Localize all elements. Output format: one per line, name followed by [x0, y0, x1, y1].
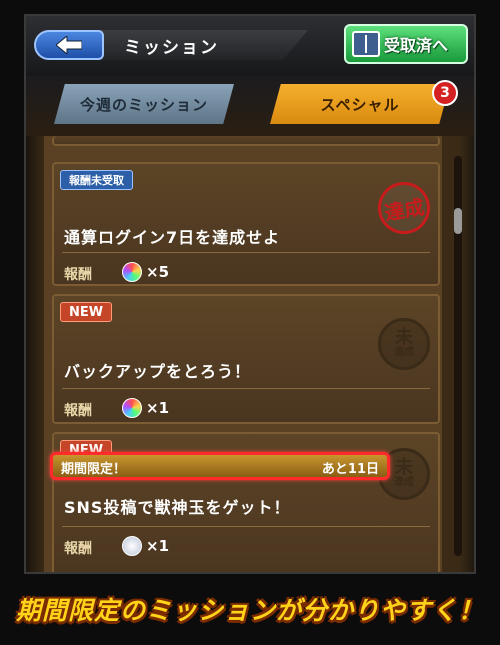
reward-label: 報酬	[64, 541, 92, 557]
book-icon	[352, 31, 380, 57]
mission-text: SNS投稿で獣神玉をゲット！	[64, 498, 291, 517]
white-orb-icon	[122, 536, 142, 556]
reward-label: 報酬	[64, 267, 92, 283]
tab-special-badge: 3	[432, 80, 458, 106]
reward-count: ×1	[146, 399, 170, 417]
header: ミッション 受取済へ	[26, 16, 474, 76]
limited-time-bar: 期間限定！ あと11日	[50, 452, 390, 480]
scroll-thumb[interactable]	[454, 208, 462, 234]
game-screen: ミッション 受取済へ 今週のミッション スペシャル 3 報酬未受取 通算ログイン…	[24, 14, 476, 574]
new-tag: NEW	[60, 302, 113, 322]
divider	[62, 252, 430, 253]
reward-label: 報酬	[64, 403, 92, 419]
rainbow-orb-icon	[122, 398, 142, 418]
mission-text: 通算ログイン7日を達成せよ	[64, 228, 281, 247]
caption-text: 期間限定のミッションが分かりやすく！	[15, 596, 484, 625]
not-achieved-stamp: 未 達成	[378, 318, 430, 370]
reward-count: ×1	[146, 537, 170, 555]
mission-card-partial	[52, 136, 440, 146]
title-bar: ミッション	[98, 30, 308, 60]
stamp-bottom-text: 達成	[394, 347, 414, 358]
mission-card[interactable]: NEW バックアップをとろう！ 報酬 ×1 未 達成	[52, 294, 440, 424]
tab-weekly-missions[interactable]: 今週のミッション	[54, 84, 234, 124]
divider	[62, 526, 430, 527]
tab-weekly-label: 今週のミッション	[79, 95, 208, 114]
page-title: ミッション	[124, 37, 219, 58]
stamp-top-text: 未	[395, 457, 413, 478]
tab-bar: 今週のミッション スペシャル 3	[26, 76, 474, 136]
stamp-top-text: 未	[395, 327, 413, 348]
limited-label: 期間限定！	[61, 462, 127, 477]
stamp-bottom-text: 達成	[394, 477, 414, 488]
tab-special-label: スペシャル	[320, 95, 400, 114]
unreceived-tag: 報酬未受取	[60, 170, 133, 190]
received-list-button[interactable]: 受取済へ	[344, 24, 468, 64]
scrollbar[interactable]	[454, 156, 462, 556]
days-remaining: あと11日	[321, 462, 379, 477]
caption-banner: 期間限定のミッションが分かりやすく！	[0, 584, 500, 634]
back-arrow-icon	[56, 36, 82, 54]
tab-special[interactable]: スペシャル	[270, 84, 450, 124]
received-button-label: 受取済へ	[384, 36, 449, 55]
achieved-stamp: 達成	[373, 177, 435, 239]
mission-card[interactable]: 報酬未受取 通算ログイン7日を達成せよ 報酬 ×5 達成	[52, 162, 440, 286]
back-button[interactable]	[34, 30, 104, 60]
screenshot-frame: ミッション 受取済へ 今週のミッション スペシャル 3 報酬未受取 通算ログイン…	[0, 0, 500, 645]
divider	[62, 388, 430, 389]
mission-list[interactable]: 報酬未受取 通算ログイン7日を達成せよ 報酬 ×5 達成 NEW バックアップを…	[26, 136, 474, 572]
reward-count: ×5	[146, 263, 170, 281]
rainbow-orb-icon	[122, 262, 142, 282]
mission-text: バックアップをとろう！	[64, 362, 252, 381]
